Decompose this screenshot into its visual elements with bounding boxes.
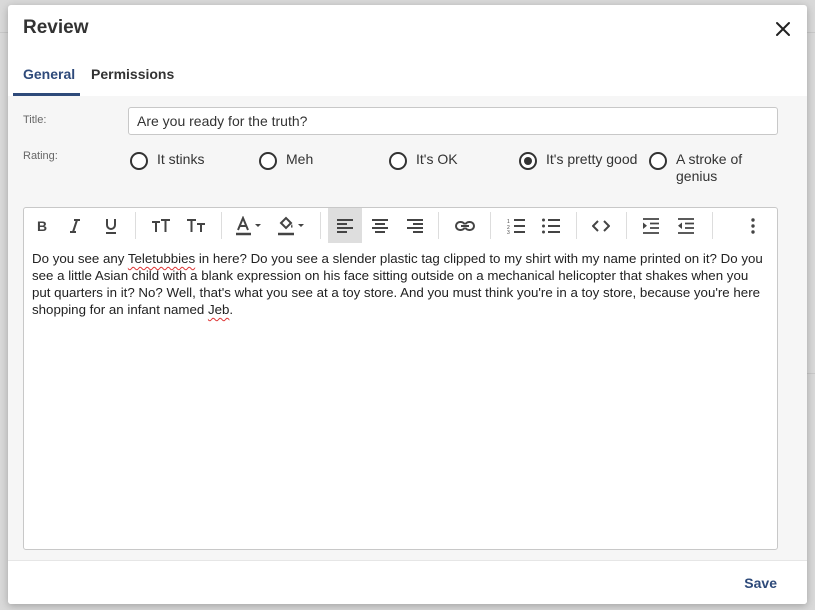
toolbar-separator bbox=[712, 212, 713, 239]
editor-content[interactable]: Do you see any Teletubbies in here? Do y… bbox=[32, 250, 770, 318]
editor-text: Do you see any bbox=[32, 251, 128, 266]
dialog-title: Review bbox=[23, 17, 89, 38]
toolbar-separator bbox=[490, 212, 491, 239]
rating-option-a-stroke-of-genius[interactable]: A stroke of genius bbox=[649, 151, 769, 185]
tab-permissions[interactable]: Permissions bbox=[91, 53, 174, 96]
background-divider bbox=[0, 32, 8, 33]
rating-label: Rating: bbox=[23, 150, 58, 162]
misspelled-word: Teletubbies bbox=[127, 251, 196, 266]
background-divider bbox=[807, 32, 815, 33]
rating-option-label: It's pretty good bbox=[546, 151, 638, 167]
rating-option-label: A stroke of genius bbox=[676, 151, 743, 184]
svg-text:3: 3 bbox=[507, 230, 510, 234]
numbered-list-icon[interactable]: 123 bbox=[501, 208, 531, 243]
outdent-icon[interactable] bbox=[671, 208, 701, 243]
align-right-icon[interactable] bbox=[400, 208, 430, 243]
review-dialog: Review General Permissions Title: Rating… bbox=[8, 5, 807, 604]
close-icon[interactable] bbox=[773, 19, 793, 39]
radio-icon bbox=[130, 152, 148, 170]
toolbar-separator bbox=[135, 212, 136, 239]
title-label: Title: bbox=[23, 114, 47, 126]
toolbar-separator bbox=[576, 212, 577, 239]
indent-icon[interactable] bbox=[636, 208, 666, 243]
text-color-icon[interactable] bbox=[232, 208, 268, 243]
radio-icon bbox=[389, 152, 407, 170]
highlight-color-icon[interactable] bbox=[274, 208, 310, 243]
link-icon[interactable] bbox=[450, 208, 480, 243]
toolbar-separator bbox=[320, 212, 321, 239]
rating-option-its-pretty-good[interactable]: It's pretty good bbox=[519, 151, 637, 170]
rating-option-it-stinks[interactable]: It stinks bbox=[130, 151, 204, 170]
radio-icon bbox=[259, 152, 277, 170]
code-icon[interactable] bbox=[586, 208, 616, 243]
tab-general[interactable]: General bbox=[23, 53, 75, 96]
misspelled-word: Jeb bbox=[207, 302, 230, 317]
rating-option-label: It stinks bbox=[157, 151, 205, 167]
title-input[interactable] bbox=[128, 107, 778, 135]
font-size-increase-icon[interactable] bbox=[147, 208, 175, 243]
background-divider bbox=[807, 373, 815, 374]
radio-icon bbox=[649, 152, 667, 170]
font-size-decrease-icon[interactable] bbox=[182, 208, 210, 243]
editor-toolbar: B 1 2 3 bbox=[24, 208, 777, 243]
rating-option-label: Meh bbox=[286, 151, 314, 167]
align-center-icon[interactable] bbox=[365, 208, 395, 243]
align-left-icon[interactable] bbox=[328, 208, 362, 243]
italic-icon[interactable] bbox=[62, 208, 88, 243]
rating-option-meh[interactable]: Meh bbox=[259, 151, 313, 170]
radio-checked-icon bbox=[519, 152, 537, 170]
dialog-footer: Save bbox=[8, 560, 807, 604]
toolbar-separator bbox=[438, 212, 439, 239]
tab-bar: General Permissions bbox=[8, 53, 807, 96]
save-button[interactable]: Save bbox=[744, 575, 777, 591]
rich-text-editor: B 1 2 3 Do you see any Teletubbies in he… bbox=[23, 207, 778, 550]
rating-option-its-ok[interactable]: It's OK bbox=[389, 151, 458, 170]
editor-text: . bbox=[229, 302, 234, 317]
underline-icon[interactable] bbox=[98, 208, 124, 243]
bold-icon[interactable]: B bbox=[29, 208, 55, 243]
svg-text:B: B bbox=[37, 218, 47, 234]
dialog-body: Title: Rating: It stinks Meh It's OK It'… bbox=[8, 96, 807, 560]
more-icon[interactable] bbox=[738, 208, 768, 243]
toolbar-separator bbox=[626, 212, 627, 239]
toolbar-separator bbox=[221, 212, 222, 239]
dialog-header: Review bbox=[8, 5, 807, 53]
bullet-list-icon[interactable] bbox=[536, 208, 566, 243]
rating-option-label: It's OK bbox=[416, 151, 458, 167]
